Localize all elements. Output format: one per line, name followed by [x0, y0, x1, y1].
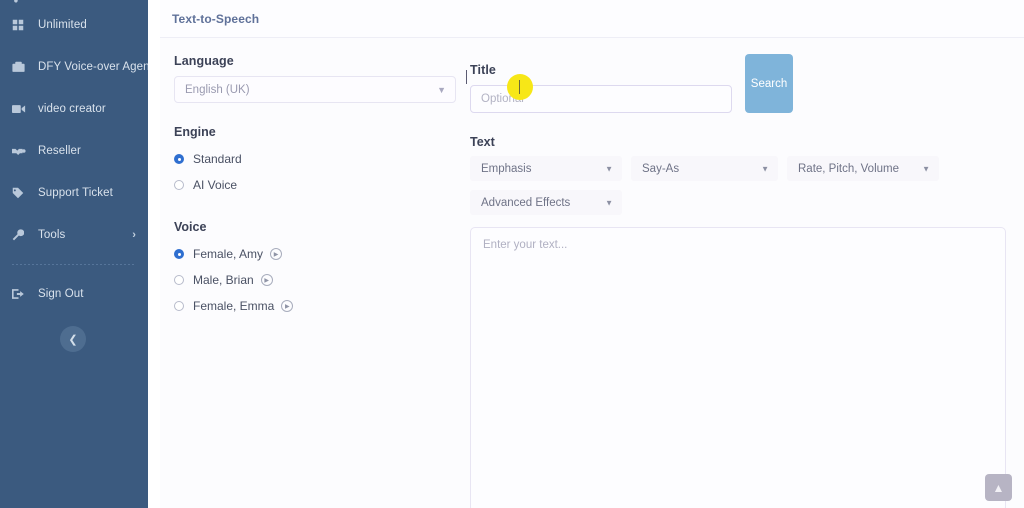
tab-text-to-speech[interactable]: Text-to-Speech	[172, 12, 259, 26]
voice-label: Voice	[174, 220, 207, 234]
title-field-wrap: Title Optional	[470, 63, 732, 113]
chevron-down-icon: ▼	[437, 84, 446, 95]
app-root: Sound Studio Unlimited DFY Voice-over Ag…	[0, 0, 1024, 508]
advanced-effects-dropdown[interactable]: Advanced Effects ▼	[470, 190, 622, 215]
title-label: Title	[470, 63, 496, 77]
chevron-right-icon: ›	[132, 229, 136, 241]
title-input[interactable]: Optional	[470, 85, 732, 113]
text-label: Text	[470, 135, 495, 149]
dropdown-label: Say-As	[642, 162, 680, 175]
dropdown-label: Advanced Effects	[481, 196, 571, 209]
form-area: Language English (UK) ▼ Engine Standard …	[160, 38, 1024, 508]
chevron-up-icon: ▲	[992, 480, 1005, 495]
sidebar-item-dfy-voice-over-agency[interactable]: DFY Voice-over Agency	[0, 46, 148, 88]
chevron-down-icon: ▼	[605, 164, 613, 173]
search-button[interactable]: Search	[745, 54, 793, 113]
play-icon[interactable]: ▶	[260, 274, 273, 286]
radio-label: Male, Brian	[193, 273, 254, 287]
engine-label: Engine	[174, 125, 216, 139]
radio-label: Female, Amy	[193, 247, 264, 261]
radio-label: Standard	[193, 152, 242, 166]
text-controls-row-1: Emphasis ▼ Say-As ▼ Rate, Pitch, Volume …	[470, 156, 1006, 181]
radio-indicator	[174, 154, 184, 164]
radio-voice-male-brian[interactable]: Male, Brian ▶	[174, 267, 456, 293]
sidebar-item-reseller[interactable]: Reseller	[0, 130, 148, 172]
sidebar-item-label: DFY Voice-over Agency	[38, 61, 148, 73]
sidebar-item-tools[interactable]: Tools ›	[0, 214, 148, 256]
sidebar-item-label: Unlimited	[38, 19, 87, 31]
language-select-value: English (UK)	[185, 83, 250, 96]
grid-icon	[12, 18, 29, 32]
text-textarea[interactable]: Enter your text...	[470, 227, 1006, 508]
chevron-down-icon: ▼	[922, 164, 930, 173]
radio-engine-ai-voice[interactable]: AI Voice	[174, 172, 456, 198]
sidebar-divider	[12, 264, 136, 265]
briefcase-icon	[12, 60, 29, 74]
video-camera-icon	[12, 102, 29, 116]
sidebar-gap	[148, 0, 160, 508]
dropdown-label: Emphasis	[481, 162, 532, 175]
say-as-dropdown[interactable]: Say-As ▼	[631, 156, 778, 181]
title-input-placeholder: Optional	[481, 93, 524, 105]
radio-engine-standard[interactable]: Standard	[174, 146, 456, 172]
sidebar-item-support-ticket[interactable]: Support Ticket	[0, 172, 148, 214]
textarea-placeholder: Enter your text...	[483, 239, 568, 251]
radio-label: AI Voice	[193, 178, 238, 192]
rate-pitch-volume-dropdown[interactable]: Rate, Pitch, Volume ▼	[787, 156, 939, 181]
radio-indicator	[174, 301, 184, 311]
sign-out-icon	[12, 287, 29, 301]
radio-indicator	[174, 275, 184, 285]
text-caret	[466, 70, 467, 84]
sidebar-item-unlimited[interactable]: Unlimited	[0, 4, 148, 46]
radio-indicator	[174, 249, 184, 259]
sidebar-item-label: Reseller	[38, 145, 81, 157]
topbar: Text-to-Speech	[160, 0, 1024, 38]
sidebar-item-label: Sign Out	[38, 288, 84, 300]
sidebar: Sound Studio Unlimited DFY Voice-over Ag…	[0, 0, 148, 508]
dropdown-label: Rate, Pitch, Volume	[798, 162, 899, 175]
radio-voice-female-amy[interactable]: Female, Amy ▶	[174, 241, 456, 267]
sidebar-item-video-creator[interactable]: video creator	[0, 88, 148, 130]
radio-label: Female, Emma	[193, 299, 275, 313]
sidebar-item-label: Sound Studio	[38, 0, 136, 2]
handshake-icon	[12, 144, 29, 158]
right-column: Title Optional Search Text Emphasis ▼ Sa…	[456, 54, 1006, 508]
radio-indicator	[174, 180, 184, 190]
play-icon[interactable]: ▶	[281, 300, 294, 312]
scroll-to-top-button[interactable]: ▲	[985, 474, 1012, 501]
chevron-down-icon: ▼	[605, 198, 613, 207]
play-icon[interactable]: ▶	[270, 248, 283, 260]
chevron-left-icon: ❮	[68, 333, 78, 346]
sidebar-item-label: Tools	[38, 229, 66, 241]
radio-voice-female-emma[interactable]: Female, Emma ▶	[174, 293, 456, 319]
chevron-down-icon: ▼	[761, 164, 769, 173]
text-controls-row-2: Advanced Effects ▼	[470, 190, 1006, 215]
left-column: Language English (UK) ▼ Engine Standard …	[174, 54, 456, 508]
tag-icon	[12, 186, 29, 200]
emphasis-dropdown[interactable]: Emphasis ▼	[470, 156, 622, 181]
language-select[interactable]: English (UK) ▼	[174, 76, 456, 103]
main-content: Text-to-Speech Language English (UK) ▼ E…	[160, 0, 1024, 508]
title-row: Title Optional Search	[470, 54, 1006, 113]
sidebar-item-label: video creator	[38, 103, 106, 115]
wrench-icon	[12, 228, 29, 242]
language-label: Language	[174, 54, 234, 68]
music-icon	[12, 0, 29, 4]
sidebar-item-label: Support Ticket	[38, 187, 113, 199]
sidebar-collapse-button[interactable]: ❮	[60, 326, 86, 352]
sidebar-item-sign-out[interactable]: Sign Out	[0, 273, 148, 315]
